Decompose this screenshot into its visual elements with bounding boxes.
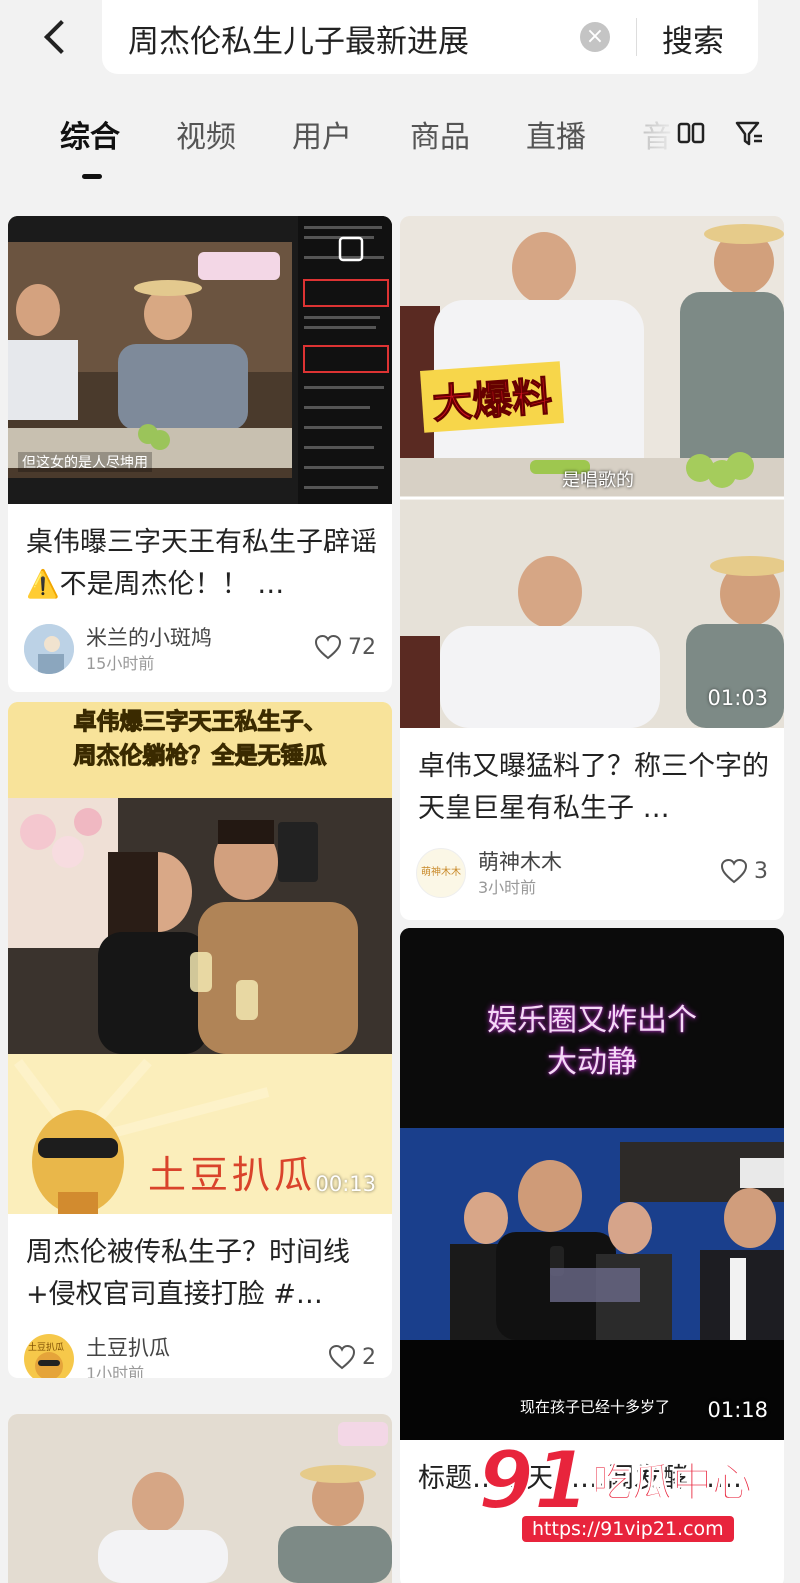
avatar[interactable]: 萌神木木 xyxy=(416,848,466,898)
heart-icon xyxy=(314,634,342,660)
card-title[interactable]: 周杰伦被传私生子？时间线+侵权官司直接打脸 #… xyxy=(26,1232,378,1316)
watermark-name: 吃瓜中心 xyxy=(592,1460,753,1507)
like-button[interactable]: 2 xyxy=(328,1342,376,1372)
active-tab-indicator xyxy=(82,174,102,179)
card-title[interactable]: 卓伟又曝猛料了？称三个字的天皇巨星有私生子 … xyxy=(418,746,770,830)
card-thumbnail[interactable] xyxy=(8,1414,392,1583)
thumbnail-subtitle: 现在孩子已经十多岁了 xyxy=(520,1398,671,1416)
thumbnail-headline-line1: 娱乐圈又炸出个 xyxy=(487,1003,697,1038)
like-button[interactable]: 3 xyxy=(720,856,768,886)
thumbnail-badge: 大爆料 xyxy=(420,361,564,433)
tab-video[interactable]: 视频 xyxy=(176,112,236,156)
search-button[interactable]: 搜索 xyxy=(662,16,724,61)
like-count: 3 xyxy=(754,858,768,884)
like-button[interactable]: 72 xyxy=(314,632,376,662)
watermark-number: 91 xyxy=(477,1434,590,1527)
layout-toggle-icon[interactable] xyxy=(676,118,706,148)
like-count: 72 xyxy=(348,634,376,660)
author-name[interactable]: 米兰的小斑鸠 xyxy=(86,622,212,652)
result-card[interactable]: 但这女的是人尽坤用 桌伟曝三字天王有私生子辟谣⚠️不是周杰伦！！ … 米兰的小斑… xyxy=(8,216,392,692)
thumbnail-banner-line1: 卓伟爆三字天王私生子、 xyxy=(73,709,327,736)
watermark-url: https://91vip21.com xyxy=(522,1516,734,1542)
author-name[interactable]: 土豆扒瓜 xyxy=(86,1332,170,1362)
card-thumbnail[interactable]: 大爆料 是唱歌的 01:03 xyxy=(400,216,784,728)
thumbnail-headline-line2: 大动静 xyxy=(547,1045,637,1080)
site-watermark: 91 吃瓜中心 https://91vip21.com xyxy=(477,1434,778,1556)
search-input[interactable]: 周杰伦私生儿子最新进展 × 搜索 xyxy=(102,0,758,74)
result-card[interactable] xyxy=(8,1414,392,1583)
card-thumbnail[interactable]: 但这女的是人尽坤用 xyxy=(8,216,392,504)
result-tabs: 综合 视频 用户 商品 直播 音 xyxy=(0,104,800,184)
back-arrow-icon xyxy=(44,20,78,54)
search-divider xyxy=(636,18,637,56)
thumbnail-scene xyxy=(8,1414,392,1583)
video-duration: 01:03 xyxy=(707,686,768,710)
thumbnail-brand: 土豆扒瓜 xyxy=(148,1153,317,1197)
card-thumbnail[interactable]: 娱乐圈又炸出个 大动静 现在孩子已经十多岁了 01:18 xyxy=(400,928,784,1440)
result-card[interactable]: 卓伟爆三字天王私生子、 周杰伦躺枪？全是无锤瓜 土豆扒瓜 00:13 周杰伦被传… xyxy=(8,702,392,1378)
video-duration: 01:18 xyxy=(707,1398,768,1422)
back-button[interactable] xyxy=(36,12,78,62)
tab-users[interactable]: 用户 xyxy=(292,112,352,156)
result-card[interactable]: 大爆料 是唱歌的 01:03 卓伟又曝猛料了？称三个字的天皇巨星有私生子 … 萌… xyxy=(400,216,784,920)
thumbnail-scene xyxy=(8,702,392,1214)
like-count: 2 xyxy=(362,1344,376,1370)
tab-live[interactable]: 直播 xyxy=(526,112,586,156)
avatar[interactable]: 土豆扒瓜 xyxy=(24,1334,74,1378)
thumbnail-banner-line2: 周杰伦躺枪？全是无锤瓜 xyxy=(73,743,327,770)
video-duration: 00:13 xyxy=(315,1172,376,1196)
thumbnail-caption: 但这女的是人尽坤用 xyxy=(18,452,152,472)
tab-comprehensive[interactable]: 综合 xyxy=(60,112,120,156)
author-row: 米兰的小斑鸠 15小时前 72 xyxy=(24,620,376,676)
top-bar: 周杰伦私生儿子最新进展 × 搜索 xyxy=(0,0,800,90)
post-time: 1小时前 xyxy=(86,1364,145,1378)
avatar-text: 萌神木木 xyxy=(421,867,461,878)
card-title[interactable]: 桌伟曝三字天王有私生子辟谣⚠️不是周杰伦！！ … xyxy=(26,522,378,606)
search-query-text: 周杰伦私生儿子最新进展 xyxy=(128,24,469,60)
author-name[interactable]: 萌神木木 xyxy=(478,846,562,876)
heart-icon xyxy=(328,1344,356,1370)
avatar[interactable] xyxy=(24,624,74,674)
author-row: 土豆扒瓜 土豆扒瓜 1小时前 2 xyxy=(24,1330,376,1378)
thumbnail-subtitle: 是唱歌的 xyxy=(562,470,634,491)
filter-icon[interactable] xyxy=(734,118,764,148)
post-time: 15小时前 xyxy=(86,654,155,673)
heart-icon xyxy=(720,858,748,884)
tab-fade xyxy=(620,104,680,164)
author-row: 萌神木木 萌神木木 3小时前 3 xyxy=(416,844,768,900)
clear-search-icon[interactable]: × xyxy=(580,22,610,52)
card-thumbnail[interactable]: 卓伟爆三字天王私生子、 周杰伦躺枪？全是无锤瓜 土豆扒瓜 00:13 xyxy=(8,702,392,1214)
post-time: 3小时前 xyxy=(478,878,537,897)
tab-products[interactable]: 商品 xyxy=(410,112,470,156)
